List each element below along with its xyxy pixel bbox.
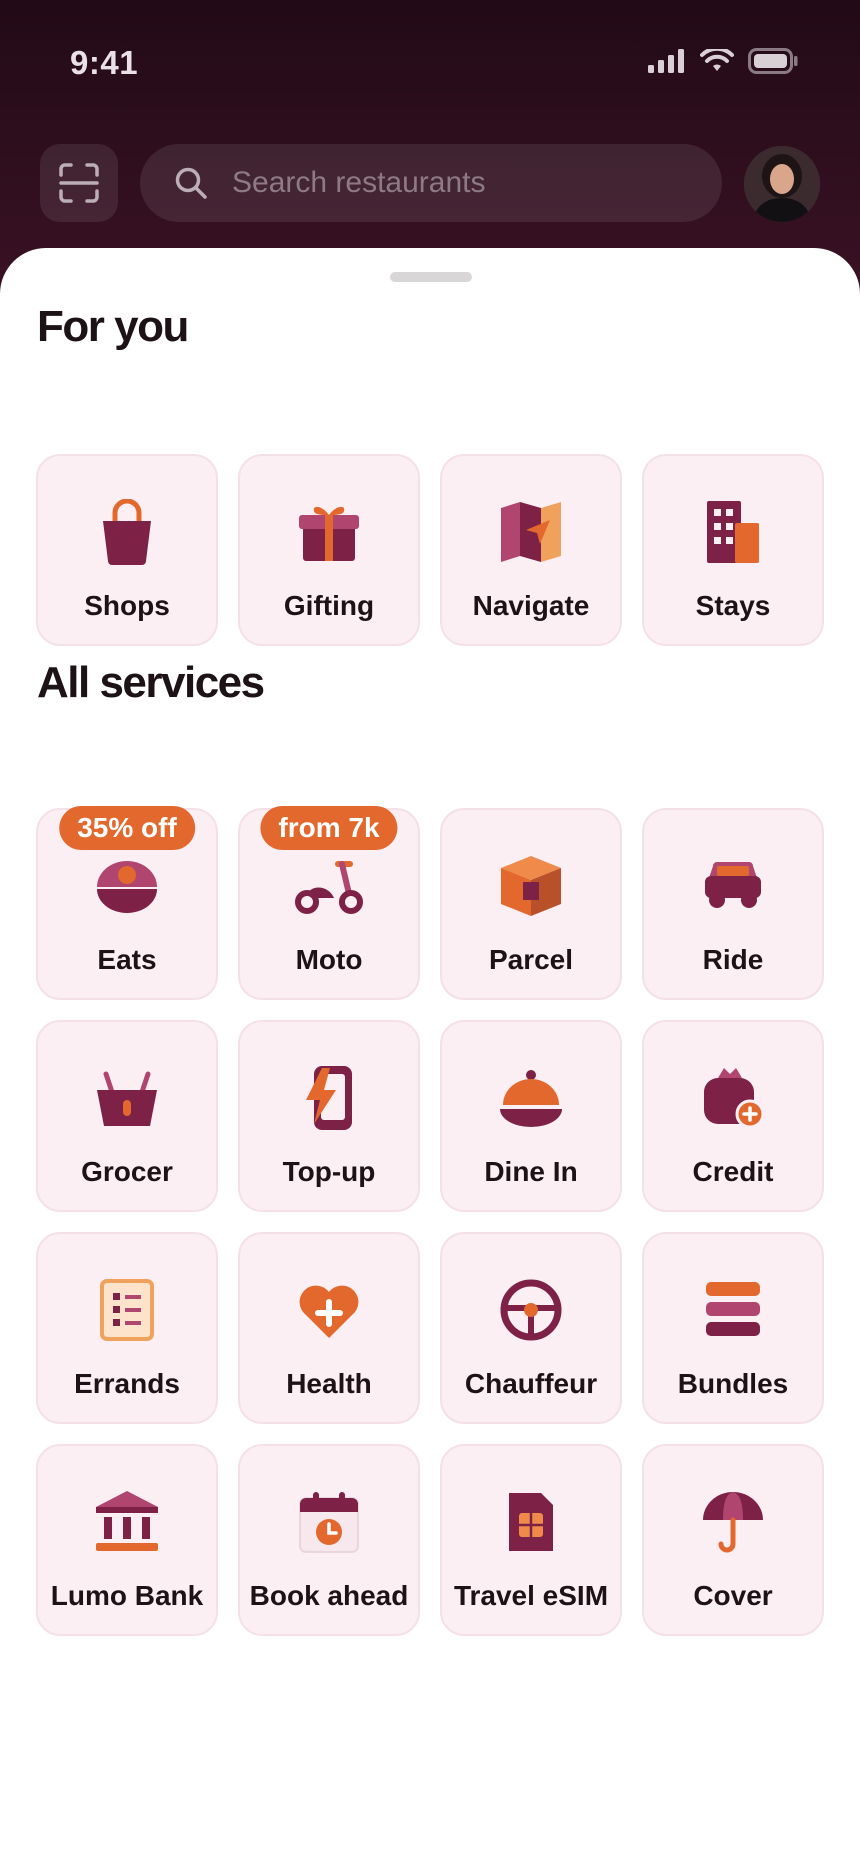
wifi-icon <box>700 49 734 71</box>
heart-plus-icon <box>299 1285 359 1338</box>
tile-label: Eats <box>97 944 157 975</box>
tile-ride[interactable]: Ride <box>642 808 824 1000</box>
tile-label: Chauffeur <box>464 1368 598 1399</box>
search-icon <box>174 166 208 200</box>
all-services-grid: 35% off Eats from 7k Moto Parcel Ride Gr… <box>36 806 824 1636</box>
search-bar[interactable] <box>140 144 722 222</box>
drag-handle[interactable] <box>390 272 472 282</box>
profile-photo-icon <box>744 146 820 222</box>
signal-icon <box>648 49 684 73</box>
tile-label: Lumo Bank <box>50 1580 204 1611</box>
tile-cover[interactable]: Cover <box>642 1444 824 1636</box>
tile-label: Ride <box>702 944 764 975</box>
status-time: 9:41 <box>70 44 139 81</box>
tile-label: Parcel <box>488 944 574 975</box>
tile-label: Health <box>286 1368 372 1399</box>
tile-bundles[interactable]: Bundles <box>642 1232 824 1424</box>
section-title-for-you: For you <box>37 302 189 351</box>
money-bag-plus-icon <box>704 1068 764 1128</box>
tile-label: Navigate <box>472 590 590 621</box>
tile-label: Shops <box>84 590 170 621</box>
status-bar: 9:41 <box>0 0 860 120</box>
promo-badge: from 7k <box>260 806 398 850</box>
tile-travel-esim[interactable]: Travel eSIM <box>440 1444 622 1636</box>
umbrella-icon <box>703 1492 763 1553</box>
sim-card-icon <box>509 1493 553 1551</box>
scan-icon <box>59 163 99 203</box>
status-icons <box>648 48 798 74</box>
promo-badge: 35% off <box>59 806 195 850</box>
car-icon <box>705 862 761 908</box>
tile-stays[interactable]: Stays <box>642 454 824 646</box>
phone-charge-icon <box>306 1066 352 1130</box>
tile-parcel[interactable]: Parcel <box>440 808 622 1000</box>
stacked-layers-icon <box>706 1282 760 1336</box>
tile-label: Book ahead <box>249 1580 409 1611</box>
tile-gifting[interactable]: Gifting <box>238 454 420 646</box>
tile-label: Dine In <box>484 1156 578 1187</box>
tile-shops[interactable]: Shops <box>36 454 218 646</box>
section-title-all-services: All services <box>37 658 265 707</box>
cloche-icon <box>500 1070 562 1127</box>
steering-wheel-icon <box>500 1279 562 1341</box>
map-icon <box>501 502 561 562</box>
gift-icon <box>299 506 359 561</box>
tile-label: Stays <box>695 590 771 621</box>
food-bowl-icon <box>97 861 157 913</box>
tile-health[interactable]: Health <box>238 1232 420 1424</box>
tile-chauffeur[interactable]: Chauffeur <box>440 1232 622 1424</box>
battery-icon <box>748 48 798 74</box>
scooter-icon <box>295 861 363 914</box>
calendar-clock-icon <box>299 1492 359 1553</box>
checklist-icon <box>100 1279 154 1341</box>
tile-label: Bundles <box>677 1368 789 1399</box>
search-input[interactable] <box>230 165 674 201</box>
package-box-icon <box>501 856 561 916</box>
tile-grocer[interactable]: Grocer <box>36 1020 218 1212</box>
shopping-bag-icon <box>103 499 151 565</box>
tile-label: Travel eSIM <box>453 1580 609 1611</box>
tile-label: Grocer <box>81 1156 173 1187</box>
bank-icon <box>96 1491 158 1551</box>
tile-credit[interactable]: Credit <box>642 1020 824 1212</box>
basket-icon <box>97 1071 157 1126</box>
tile-label: Errands <box>74 1368 180 1399</box>
tile-errands[interactable]: Errands <box>36 1232 218 1424</box>
tile-label: Cover <box>693 1580 773 1611</box>
services-sheet: For you Shops Gifting Navigate Stays All… <box>0 248 860 1864</box>
tile-navigate[interactable]: Navigate <box>440 454 622 646</box>
for-you-grid: Shops Gifting Navigate Stays <box>36 454 824 646</box>
tile-lumo-bank[interactable]: Lumo Bank <box>36 1444 218 1636</box>
tile-label: Top-up <box>282 1156 376 1187</box>
tile-dine-in[interactable]: Dine In <box>440 1020 622 1212</box>
tile-eats[interactable]: 35% off Eats <box>36 806 218 1000</box>
avatar[interactable] <box>744 146 820 222</box>
tile-label: Moto <box>295 944 363 975</box>
hotel-building-icon <box>707 501 759 563</box>
tile-top-up[interactable]: Top-up <box>238 1020 420 1212</box>
tile-book-ahead[interactable]: Book ahead <box>238 1444 420 1636</box>
tile-label: Gifting <box>283 590 375 621</box>
tile-moto[interactable]: from 7k Moto <box>238 806 420 1000</box>
scan-button[interactable] <box>40 144 118 222</box>
tile-label: Credit <box>692 1156 774 1187</box>
